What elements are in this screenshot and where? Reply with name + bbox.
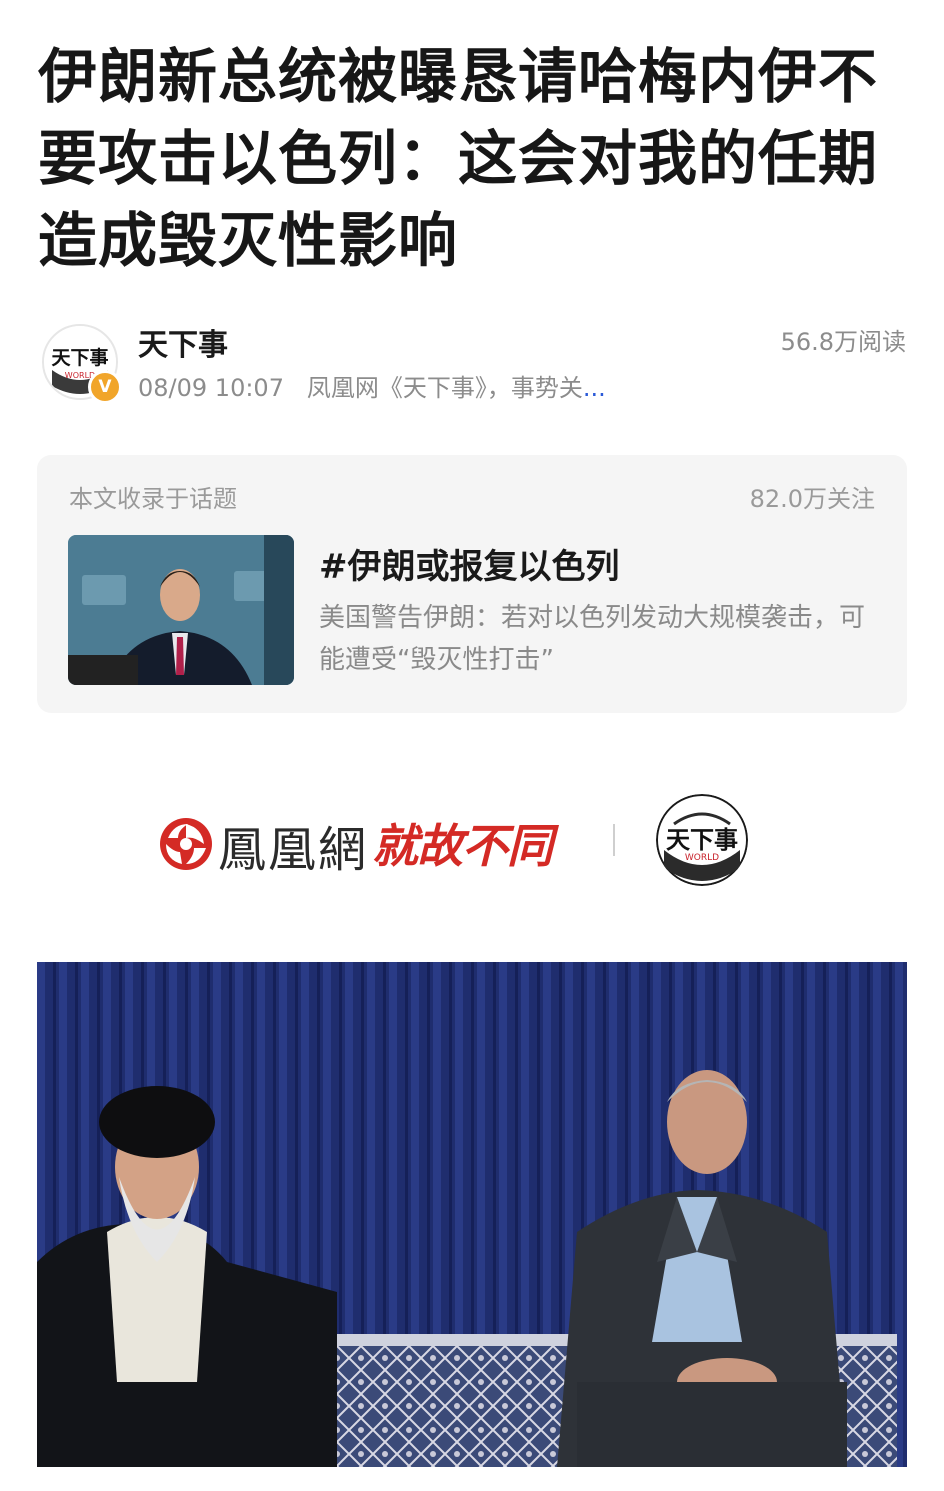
brand-slogan: 就故不同	[372, 810, 552, 876]
article-photo-image	[37, 962, 907, 1467]
world-globe-logo-icon: 天下事 WORLD	[656, 794, 748, 886]
verified-badge-icon: V	[88, 370, 122, 404]
topic-thumbnail[interactable]	[68, 535, 294, 685]
author-name[interactable]: 天下事	[138, 320, 228, 364]
brand-banner: 鳳凰網 就故不同 天下事 WORLD	[0, 780, 944, 895]
ifeng-logo-icon	[158, 816, 214, 872]
publish-date: 08/09 10:07	[138, 374, 284, 402]
topic-thumbnail-image	[68, 535, 294, 685]
author-meta: 08/09 10:07 凤凰网《天下事》，事势关...	[138, 368, 698, 403]
brand-round-text: 天下事	[666, 826, 738, 854]
meta-more-link[interactable]: ...	[583, 374, 606, 402]
brand-divider	[613, 824, 615, 856]
author-row[interactable]: 天下事 WORLD V 天下事 08/09 10:07 凤凰网《天下事》，事势关…	[38, 318, 908, 408]
topic-caption: 本文收录于话题	[69, 479, 237, 514]
article-headline: 伊朗新总统被曝恳请哈梅内伊不要攻击以色列：这会对我的任期造成毁灭性影响	[38, 36, 913, 282]
topic-followers: 82.0万关注	[750, 479, 875, 514]
topic-card[interactable]: 本文收录于话题 82.0万关注 #伊朗或报复以色列 美国警告伊朗：若对以色列发动…	[37, 455, 907, 713]
author-avatar-text: 天下事	[51, 346, 108, 369]
article-photo[interactable]	[37, 962, 907, 1467]
brand-name: 鳳凰網	[218, 810, 368, 880]
topic-title[interactable]: #伊朗或报复以色列	[319, 539, 620, 588]
topic-description: 美国警告伊朗：若对以色列发动大规模袭击，可能遭受“毁灭性打击”	[319, 597, 879, 681]
brand-round-sub: WORLD	[685, 853, 719, 863]
read-count: 56.8万阅读	[781, 322, 906, 357]
author-description: 凤凰网《天下事》，事势关	[307, 374, 583, 402]
brand-round-logo: 天下事 WORLD	[656, 794, 748, 886]
